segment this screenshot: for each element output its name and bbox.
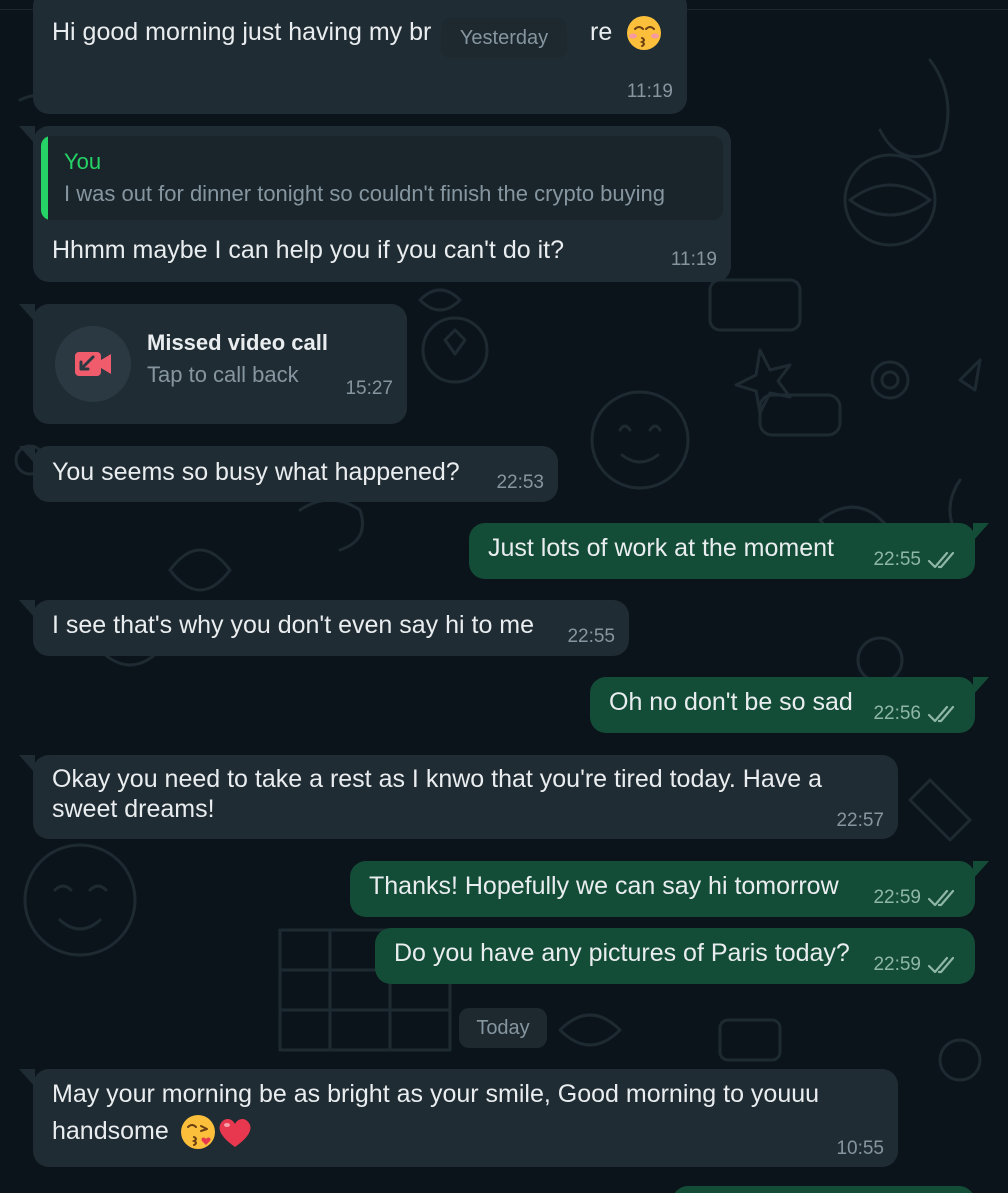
message-time: 10:55 bbox=[836, 1138, 884, 1159]
message-incoming[interactable]: May your morning be as bright as your sm… bbox=[19, 1069, 898, 1167]
message-outgoing-partial[interactable] bbox=[672, 1186, 975, 1193]
message-time: 22:53 bbox=[496, 472, 544, 493]
missed-video-call-icon bbox=[75, 352, 111, 376]
date-separator-yesterday: Yesterday bbox=[441, 18, 567, 58]
quoted-message[interactable]: You I was out for dinner tonight so coul… bbox=[41, 136, 723, 220]
message-incoming[interactable]: You seems so busy what happened? 22:53 bbox=[19, 446, 558, 502]
message-text-line-1: Okay you need to take a rest as I knwo t… bbox=[52, 765, 823, 793]
message-text: Thanks! Hopefully we can say hi tomorrow bbox=[369, 872, 839, 900]
call-subtitle: Tap to call back bbox=[147, 362, 299, 387]
face-blowing-kiss-emoji-icon bbox=[181, 1115, 215, 1149]
missed-call-button[interactable] bbox=[55, 326, 131, 402]
message-text-line-2: handsome bbox=[52, 1117, 169, 1145]
read-receipt-icon bbox=[927, 889, 955, 907]
message-time: 11:19 bbox=[670, 249, 717, 270]
date-separator-label: Today bbox=[476, 1017, 530, 1039]
read-receipt-icon bbox=[927, 551, 955, 569]
read-receipt-icon bbox=[927, 956, 955, 974]
message-text: I see that's why you don't even say hi t… bbox=[52, 611, 535, 639]
date-separator-label: Yesterday bbox=[459, 27, 549, 49]
message-text: Do you have any pictures of Paris today? bbox=[394, 939, 850, 967]
missed-call-message[interactable]: Missed video call Tap to call back 15:27 bbox=[19, 304, 407, 424]
message-text-line-2: sweet dreams! bbox=[52, 795, 215, 823]
message-incoming[interactable]: Hi good morning just having my br re 11:… bbox=[33, 0, 687, 114]
message-incoming[interactable]: I see that's why you don't even say hi t… bbox=[19, 600, 629, 656]
message-time: 22:55 bbox=[567, 626, 615, 647]
date-separator-today: Today bbox=[459, 1008, 547, 1048]
quote-text: I was out for dinner tonight so couldn't… bbox=[64, 181, 665, 206]
message-incoming[interactable]: Okay you need to take a rest as I knwo t… bbox=[19, 755, 898, 839]
message-text: You seems so busy what happened? bbox=[52, 458, 460, 486]
call-title: Missed video call bbox=[147, 330, 328, 355]
message-time: 22:57 bbox=[836, 810, 884, 831]
message-time: 15:27 bbox=[345, 378, 393, 399]
message-text: Hi good morning just having my br bbox=[52, 18, 432, 46]
quote-accent-bar bbox=[41, 136, 48, 220]
message-outgoing[interactable]: Do you have any pictures of Paris today?… bbox=[375, 928, 975, 984]
message-text: Oh no don't be so sad bbox=[609, 688, 853, 716]
message-time: 22:59 bbox=[873, 887, 921, 908]
message-time: 22:56 bbox=[873, 703, 921, 724]
read-receipt-icon bbox=[927, 705, 955, 723]
message-outgoing[interactable]: Oh no don't be so sad 22:56 bbox=[590, 677, 989, 733]
message-time: 22:59 bbox=[873, 954, 921, 975]
message-text-line-1: May your morning be as bright as your sm… bbox=[52, 1080, 820, 1108]
message-incoming-reply[interactable]: You I was out for dinner tonight so coul… bbox=[19, 126, 731, 282]
message-text: Hhmm maybe I can help you if you can't d… bbox=[52, 236, 564, 264]
kissing-face-emoji-icon bbox=[627, 16, 661, 50]
message-text-tail: re bbox=[590, 18, 613, 46]
message-text: Just lots of work at the moment bbox=[488, 534, 834, 562]
message-outgoing[interactable]: Just lots of work at the moment 22:55 bbox=[469, 523, 989, 579]
message-time: 22:55 bbox=[873, 549, 921, 570]
message-outgoing[interactable]: Thanks! Hopefully we can say hi tomorrow… bbox=[350, 861, 989, 917]
red-heart-emoji-icon bbox=[219, 1118, 251, 1147]
message-time: 11:19 bbox=[626, 81, 673, 102]
chat-view[interactable]: Hi good morning just having my br re 11:… bbox=[0, 0, 1008, 1193]
quote-author: You bbox=[64, 149, 102, 174]
